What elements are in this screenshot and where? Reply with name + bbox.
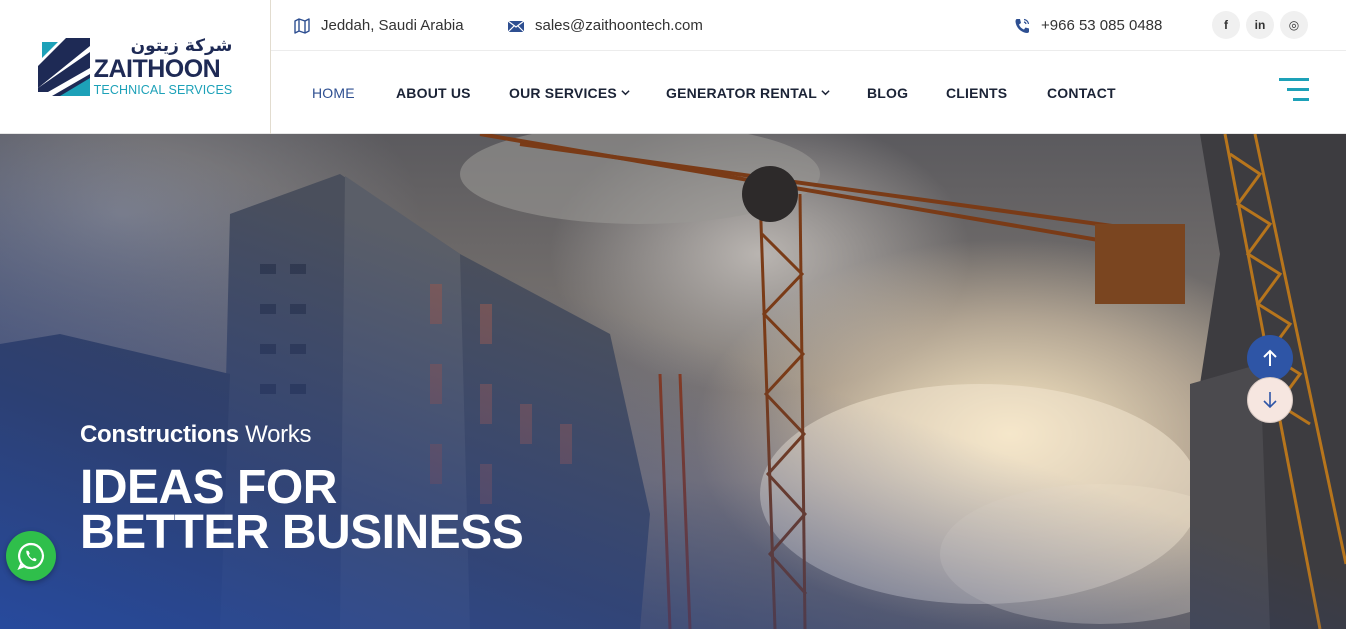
email-link[interactable]: sales@zaithoontech.com [535,17,703,34]
nav-item-clients[interactable]: CLIENTS [946,51,1007,134]
phone-link[interactable]: +966 53 085 0488 [1041,17,1162,34]
instagram-icon[interactable]: ◎ [1280,11,1308,39]
nav-item-home[interactable]: HOME [312,51,355,134]
scroll-down-button[interactable] [1247,377,1293,423]
logo-arabic-name: شركة زيتون [130,35,233,56]
arrow-down-icon [1263,392,1277,409]
nav-item-blog[interactable]: BLOG [867,51,908,134]
nav-item-our-services[interactable]: OUR SERVICES [509,51,630,134]
location-info: Jeddah, Saudi Arabia [293,0,464,51]
site-header: شركة زيتون ZAITHOON TECHNICAL SERVICES J… [0,0,1346,134]
hamburger-menu-icon[interactable] [1279,78,1309,102]
main-navigation: HOME ABOUT US OUR SERVICES GENERATOR REN… [271,51,1346,134]
hero-kicker-rest: Works [238,421,312,448]
email-info[interactable]: sales@zaithoontech.com [507,0,703,51]
phone-icon [1013,17,1031,35]
nav-item-generator-rental[interactable]: GENERATOR RENTAL [666,51,830,134]
logo-mark-icon [37,38,90,96]
hero-content: Constructions Works IDEAS FOR BETTER BUS… [80,421,524,557]
whatsapp-icon [17,542,44,571]
whatsapp-button[interactable] [6,531,56,581]
hero-title-line-2: BETTER BUSINESS [80,506,524,559]
location-text: Jeddah, Saudi Arabia [321,17,464,34]
logo-tagline: TECHNICAL SERVICES [93,82,233,97]
logo-container: شركة زيتون ZAITHOON TECHNICAL SERVICES [0,0,271,134]
social-links: f in ◎ [1212,11,1308,39]
chevron-down-icon [621,90,630,96]
phone-info[interactable]: +966 53 085 0488 [1013,0,1162,51]
logo-brand-name: ZAITHOON [93,54,221,83]
hero-kicker: Constructions Works [80,421,523,449]
map-icon [293,17,311,35]
linkedin-icon[interactable]: in [1246,11,1274,39]
chevron-down-icon [821,90,830,96]
envelope-icon [507,17,525,35]
facebook-icon[interactable]: f [1212,11,1240,39]
nav-item-generator-rental-label: GENERATOR RENTAL [666,84,817,101]
hero-title: IDEAS FOR BETTER BUSINESS [80,464,524,557]
hero-banner: Constructions Works IDEAS FOR BETTER BUS… [0,134,1346,629]
arrow-up-icon [1263,349,1277,366]
top-contact-bar: Jeddah, Saudi Arabia sales@zaithoontech.… [271,0,1346,51]
nav-item-contact[interactable]: CONTACT [1047,51,1116,134]
scroll-up-button[interactable] [1247,335,1293,381]
site-logo[interactable]: شركة زيتون ZAITHOON TECHNICAL SERVICES [37,35,233,97]
hero-kicker-bold: Constructions [80,421,239,448]
nav-item-about-us[interactable]: ABOUT US [396,51,471,134]
nav-item-our-services-label: OUR SERVICES [509,84,617,101]
